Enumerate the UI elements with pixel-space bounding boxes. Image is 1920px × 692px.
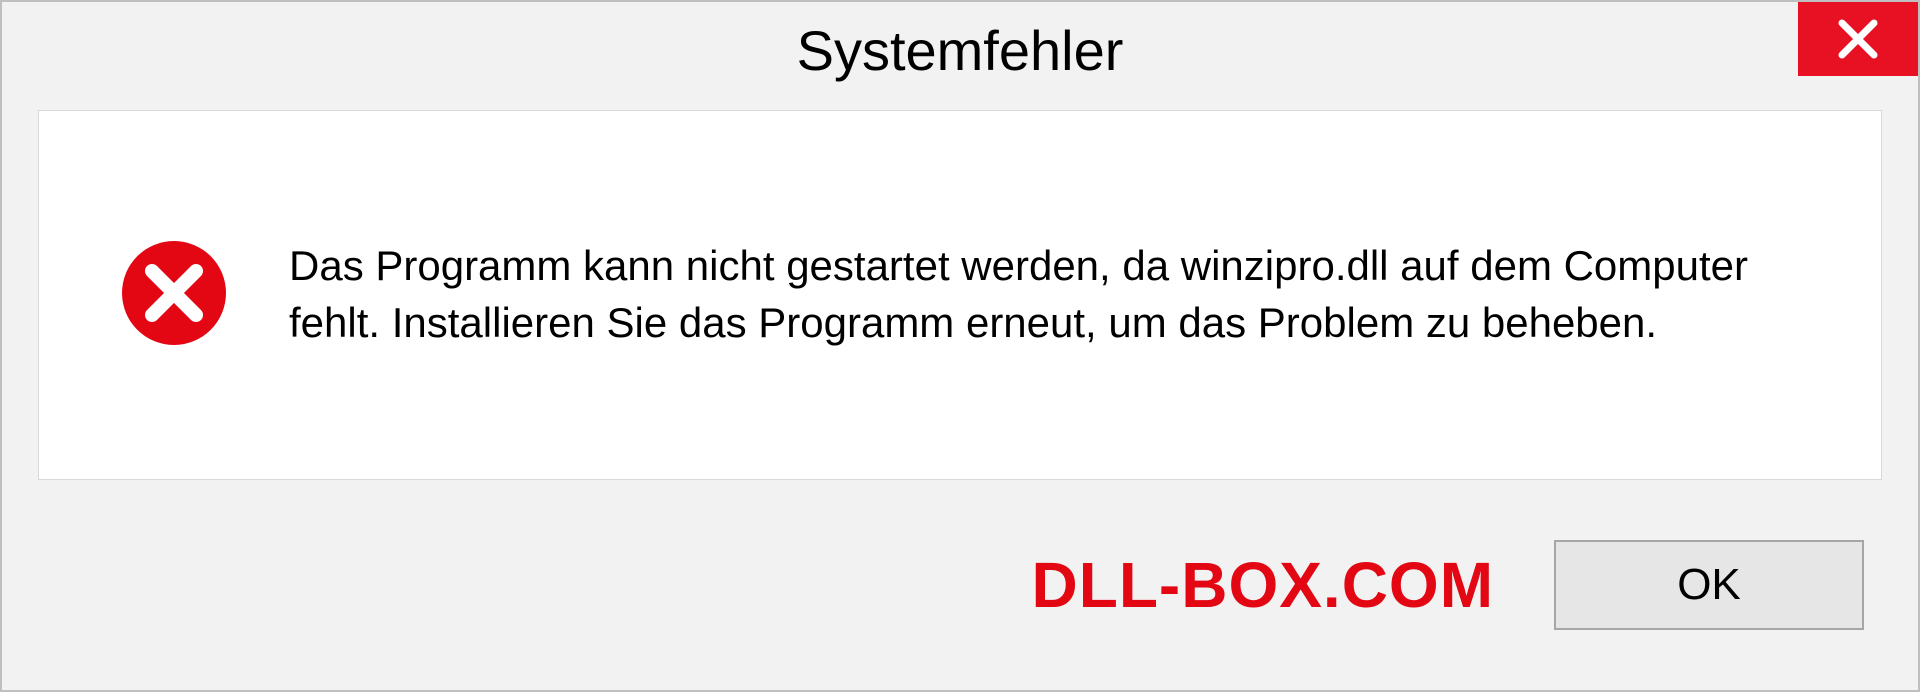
error-dialog: Systemfehler Das Programm kann nicht ges…	[0, 0, 1920, 692]
close-button[interactable]	[1798, 2, 1918, 76]
dialog-footer: DLL-BOX.COM OK	[2, 480, 1918, 690]
error-icon	[119, 238, 229, 353]
error-message: Das Programm kann nicht gestartet werden…	[289, 238, 1841, 351]
titlebar: Systemfehler	[2, 2, 1918, 98]
dialog-title: Systemfehler	[797, 18, 1124, 83]
close-icon	[1836, 17, 1880, 61]
ok-button[interactable]: OK	[1554, 540, 1864, 630]
dialog-content: Das Programm kann nicht gestartet werden…	[38, 110, 1882, 480]
watermark-text: DLL-BOX.COM	[1032, 548, 1495, 622]
